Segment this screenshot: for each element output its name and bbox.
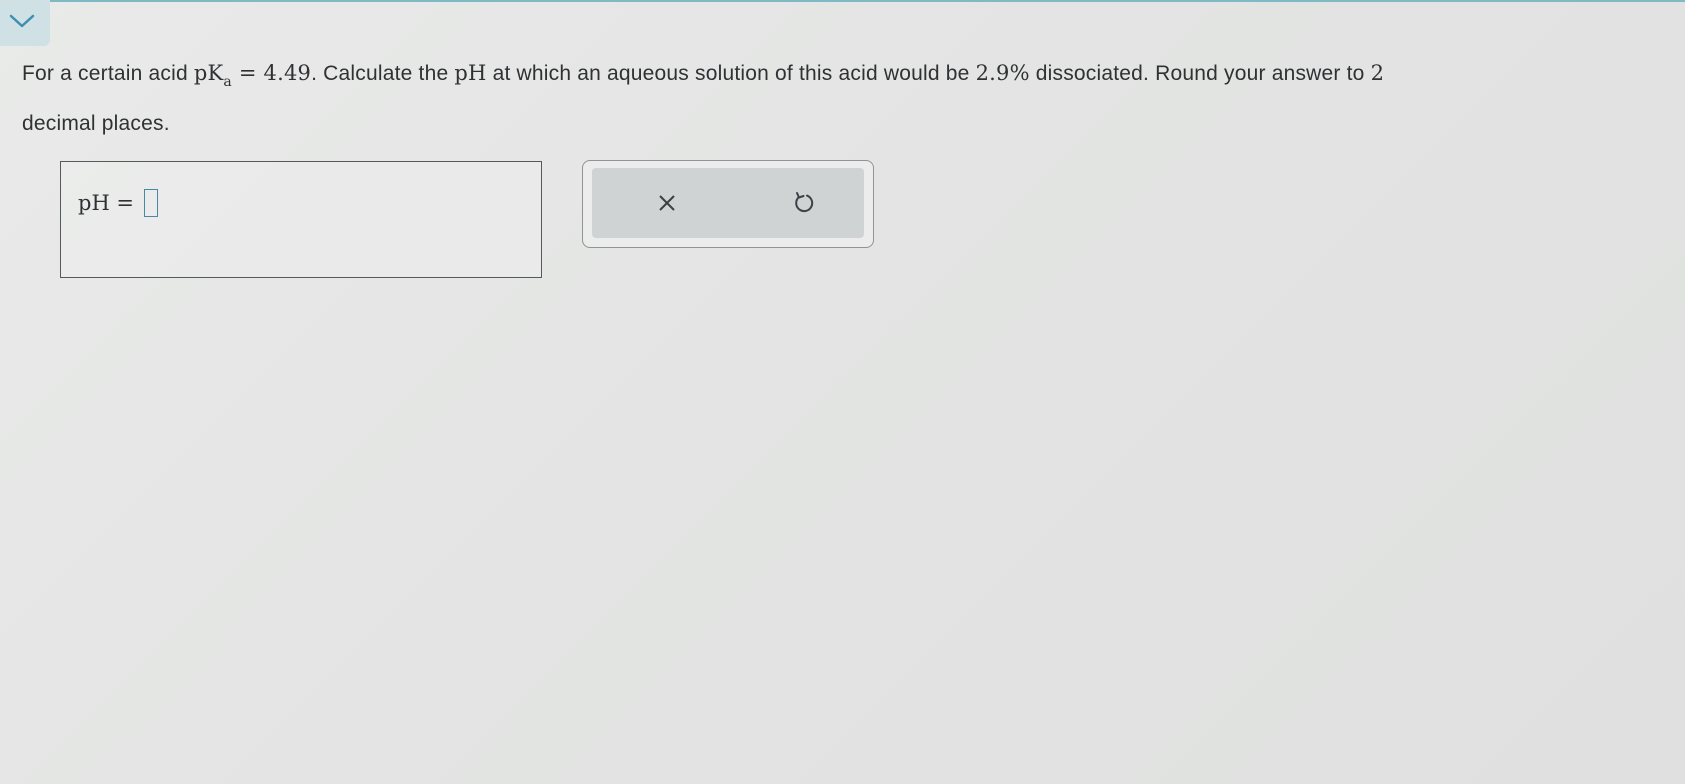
question-tail: decimal places. xyxy=(22,112,170,135)
answer-tools xyxy=(582,160,874,248)
question-condition: at which an aqueous solution of this aci… xyxy=(486,62,976,85)
answer-input[interactable] xyxy=(144,189,159,217)
page: For a certain acid pKa = 4.49. Calculate… xyxy=(0,0,1685,784)
decimals-value: 2 xyxy=(1370,61,1385,85)
chevron-down-icon xyxy=(9,14,35,28)
question-instruction: dissociated. Round your answer to xyxy=(1029,62,1371,85)
collapse-toggle[interactable] xyxy=(0,0,50,46)
answer-tools-panel xyxy=(592,168,864,238)
question-intro: For a certain acid xyxy=(22,62,194,85)
undo-button[interactable] xyxy=(787,186,821,220)
pka-subscript: a xyxy=(223,74,232,90)
clear-button[interactable] xyxy=(650,186,684,220)
question-mid: . Calculate the xyxy=(311,62,455,85)
close-icon xyxy=(659,195,675,211)
pka-symbol: pKa xyxy=(193,61,232,90)
answer-box: pH = xyxy=(60,161,542,278)
pka-value: = 4.49 xyxy=(231,61,312,85)
percent-value: 2.9% xyxy=(975,61,1030,85)
question-text: For a certain acid pKa = 4.49. Calculate… xyxy=(22,52,1622,145)
undo-icon xyxy=(795,192,814,213)
top-divider xyxy=(50,0,1685,2)
answer-label: pH = xyxy=(78,191,135,215)
ph-symbol: pH xyxy=(454,61,487,85)
answer-row: pH = xyxy=(78,189,159,217)
